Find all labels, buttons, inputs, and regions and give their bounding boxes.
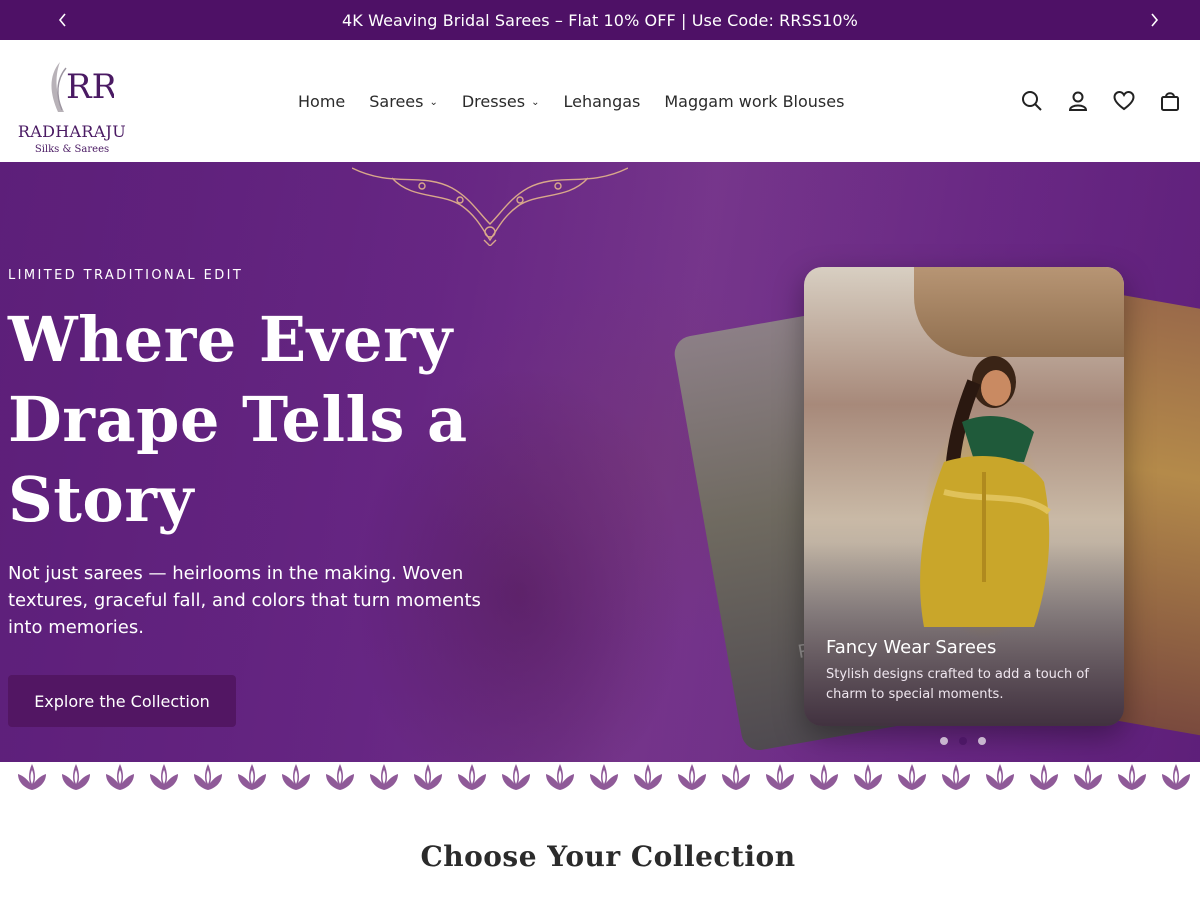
hero-eyebrow: LIMITED TRADITIONAL EDIT bbox=[8, 268, 244, 283]
hero-description: Not just sarees — heirlooms in the makin… bbox=[8, 563, 481, 638]
svg-text:RR: RR bbox=[66, 67, 114, 107]
explore-collection-button[interactable]: Explore the Collection bbox=[8, 675, 236, 727]
announcement-text: 4K Weaving Bridal Sarees – Flat 10% OFF … bbox=[342, 10, 858, 30]
slide-card-description: Stylish designs crafted to add a touch o… bbox=[826, 667, 1089, 702]
section-title: Choose Your Collection bbox=[420, 840, 796, 873]
nav-item-label: Dresses bbox=[461, 91, 526, 111]
slide-dot-active[interactable] bbox=[959, 737, 967, 745]
nav-item-label: Sarees bbox=[369, 91, 424, 111]
main-nav: Home Sarees ⌄ Dresses ⌄ Lehangas Maggam … bbox=[298, 40, 844, 162]
slide-dot[interactable] bbox=[978, 737, 986, 745]
cart-icon[interactable] bbox=[1156, 88, 1184, 114]
nav-item-label: Maggam work Blouses bbox=[664, 91, 845, 111]
search-icon[interactable] bbox=[1018, 88, 1046, 114]
account-icon[interactable] bbox=[1064, 88, 1092, 114]
slide-card-active[interactable]: Fancy Wear Sarees Stylish designs crafte… bbox=[804, 267, 1124, 726]
ornament-icon bbox=[352, 167, 628, 246]
nav-item-dresses[interactable]: Dresses ⌄ bbox=[462, 92, 540, 111]
chevron-down-icon: ⌄ bbox=[429, 96, 438, 108]
site-header: RR RADHARAJU Silks & Sarees Home Sarees … bbox=[0, 40, 1200, 162]
chevron-down-icon: ⌄ bbox=[531, 96, 540, 108]
nav-item-label: Lehangas bbox=[563, 91, 641, 111]
wishlist-icon[interactable] bbox=[1110, 88, 1138, 114]
brand-logo[interactable]: RR RADHARAJU Silks & Sarees bbox=[14, 48, 130, 155]
lotus-border-pattern bbox=[18, 764, 1190, 790]
brand-name: RADHARAJU bbox=[17, 122, 127, 141]
hero-banner: LIMITED TRADITIONAL EDIT Where Every Dra… bbox=[0, 162, 1200, 762]
nav-item-sarees[interactable]: Sarees ⌄ bbox=[369, 92, 438, 111]
saree-model-image bbox=[920, 356, 1051, 627]
announcement-bar: 4K Weaving Bridal Sarees – Flat 10% OFF … bbox=[0, 0, 1200, 40]
lotus-border bbox=[0, 762, 1200, 794]
nav-item-home[interactable]: Home bbox=[298, 92, 345, 111]
chevron-right-icon[interactable] bbox=[1144, 10, 1164, 30]
brand-tagline: Silks & Sarees bbox=[34, 144, 110, 155]
nav-item-maggam-work-blouses[interactable]: Maggam work Blouses bbox=[664, 92, 844, 111]
slide-dot[interactable] bbox=[940, 737, 948, 745]
logo-monogram-icon: RR bbox=[51, 62, 114, 112]
slide-pagination bbox=[940, 737, 986, 745]
nav-item-lehangas[interactable]: Lehangas bbox=[564, 92, 641, 111]
slide-card-title: Fancy Wear Sarees bbox=[826, 637, 997, 658]
hero-title: Where Every Drape Tells a Story bbox=[8, 303, 468, 536]
chevron-left-icon[interactable] bbox=[53, 10, 73, 30]
header-icons bbox=[1018, 88, 1184, 114]
nav-item-label: Home bbox=[298, 91, 346, 111]
